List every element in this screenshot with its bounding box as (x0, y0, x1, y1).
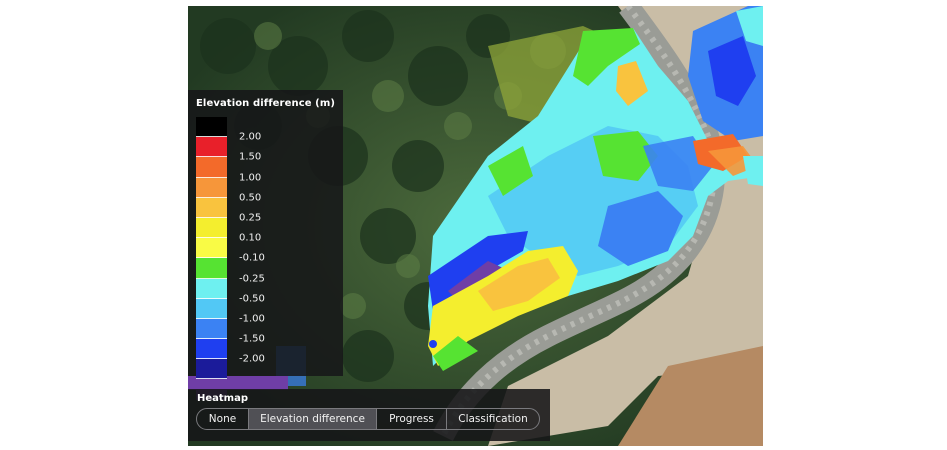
heatmap-option-progress[interactable]: Progress (377, 409, 447, 429)
heatmap-label: Heatmap (197, 393, 249, 404)
heatmap-option-classification[interactable]: Classification (447, 409, 539, 429)
legend-swatch (196, 117, 227, 138)
legend-swatch (196, 278, 227, 299)
legend-tick-label: 0.50 (239, 192, 262, 204)
legend-swatch (196, 359, 227, 380)
legend-swatch (196, 177, 227, 198)
legend-swatches (196, 117, 227, 400)
legend-tick-label: 1.00 (239, 172, 262, 184)
legend-tick-label: 0.25 (239, 212, 262, 224)
legend-swatch (196, 157, 227, 178)
legend-tick-label: -0.50 (239, 293, 265, 305)
legend-tick-label: -0.25 (239, 273, 265, 285)
legend-swatch (196, 339, 227, 360)
legend-body: 2.00 1.50 1.00 0.50 0.25 0.10 -0.10 -0.25 -0.50 -… (195, 117, 336, 400)
legend-swatch (196, 298, 227, 319)
legend-tick-label: 0.10 (239, 232, 262, 244)
legend-title: Elevation difference (m) (196, 98, 336, 109)
legend-swatch (196, 318, 227, 340)
legend-tick-label: 1.50 (239, 151, 262, 163)
heatmap-segmented-control: None Elevation difference Progress Class… (196, 408, 540, 430)
legend-swatch (196, 197, 227, 218)
legend-swatch (196, 137, 227, 158)
legend-swatch (196, 238, 227, 259)
elevation-legend: Elevation difference (m) 2.00 1.50 1.00 0.5… (188, 90, 343, 400)
legend-tick-label: -0.10 (239, 252, 265, 264)
legend-swatch (196, 258, 227, 279)
legend-tick-label: -1.50 (239, 333, 265, 345)
heatmap-option-elevation-difference[interactable]: Elevation difference (249, 409, 377, 429)
heatmap-option-none[interactable]: None (197, 409, 249, 429)
legend-tick-label: -1.00 (239, 313, 265, 325)
legend-swatch (196, 217, 227, 239)
legend-tick-label: 2.00 (239, 131, 262, 143)
heat-spot-blue (429, 340, 437, 348)
heatmap-panel: Heatmap None Elevation difference Progre… (188, 389, 550, 441)
legend-tick-label: -2.00 (239, 353, 265, 365)
